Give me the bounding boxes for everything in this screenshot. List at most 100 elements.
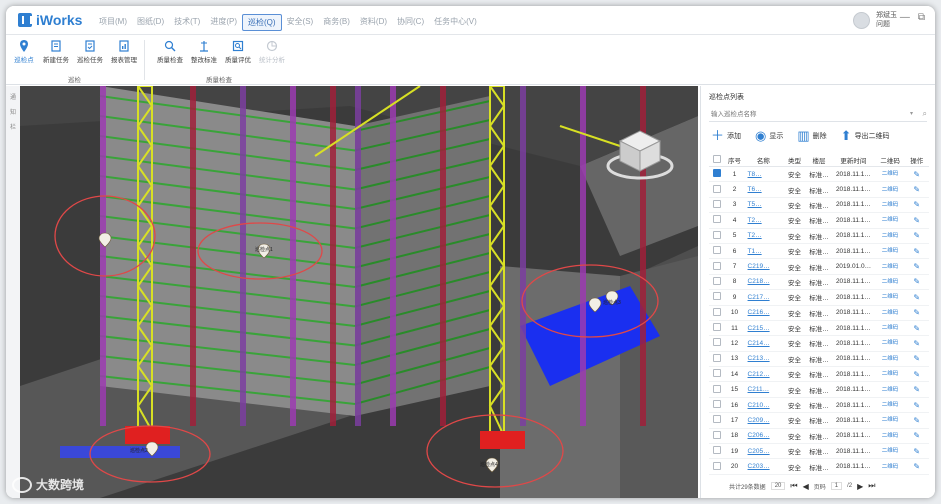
row-name-link[interactable]: C213…: [744, 351, 783, 368]
table-row[interactable]: 1 T8… 安全 标准… 2018.11.1… 二维码 ✎: [709, 166, 929, 183]
row-qrcode-link[interactable]: 二维码: [875, 197, 905, 214]
row-checkbox[interactable]: [709, 305, 725, 321]
row-name-link[interactable]: C218…: [744, 274, 783, 291]
table-row[interactable]: 15 C211… 安全 标准… 2018.11.1… 二维码 ✎: [709, 381, 929, 398]
row-qrcode-link[interactable]: 二维码: [875, 381, 905, 398]
table-row[interactable]: 3 T5… 安全 标准… 2018.11.1… 二维码 ✎: [709, 197, 929, 214]
row-qrcode-link[interactable]: 二维码: [875, 212, 905, 229]
tool-report-button[interactable]: 报表管理: [110, 40, 138, 64]
row-name-link[interactable]: C205…: [744, 443, 783, 460]
row-name-link[interactable]: T2…: [744, 228, 783, 244]
menu-item[interactable]: 资料(D): [355, 14, 392, 31]
row-name-link[interactable]: C217…: [744, 289, 783, 306]
row-qrcode-link[interactable]: 二维码: [875, 428, 905, 445]
model-viewport[interactable]: 巡检点1 巡检点2 巡检点3 巡检点4: [20, 86, 698, 498]
row-checkbox[interactable]: [709, 212, 725, 229]
table-row[interactable]: 2 T6… 安全 标准… 2018.11.1… 二维码 ✎: [709, 181, 929, 198]
edit-button[interactable]: ✎: [904, 381, 929, 398]
left-sidebar[interactable]: 通 知 栏: [6, 86, 21, 498]
row-name-link[interactable]: T2…: [744, 212, 783, 229]
tool-quality-rating-button[interactable]: 质量评优: [224, 40, 252, 64]
edit-button[interactable]: ✎: [904, 228, 929, 244]
row-checkbox[interactable]: [709, 181, 725, 198]
edit-button[interactable]: ✎: [904, 274, 929, 291]
search-box[interactable]: ▾ ⌕: [709, 108, 927, 122]
row-name-link[interactable]: C203…: [744, 458, 783, 475]
table-row[interactable]: 17 C209… 安全 标准… 2018.11.1… 二维码 ✎: [709, 412, 929, 429]
table-row[interactable]: 16 C210… 安全 标准… 2018.11.1… 二维码 ✎: [709, 397, 929, 414]
tool-quality-check-button[interactable]: 质量检查: [156, 40, 184, 64]
row-checkbox[interactable]: [709, 228, 725, 244]
row-qrcode-link[interactable]: 二维码: [875, 412, 905, 429]
page-input[interactable]: 1: [830, 482, 843, 490]
minimize-icon[interactable]: —: [900, 12, 910, 23]
table-row[interactable]: 19 C205… 安全 标准… 2018.11.1… 二维码 ✎: [709, 443, 929, 460]
building-model-scene[interactable]: 巡检点1 巡检点2 巡检点3 巡检点4: [20, 86, 698, 498]
row-checkbox[interactable]: [709, 397, 725, 414]
edit-button[interactable]: ✎: [904, 443, 929, 460]
row-checkbox[interactable]: [709, 366, 725, 383]
row-name-link[interactable]: C219…: [744, 258, 783, 275]
row-name-link[interactable]: T6…: [744, 181, 783, 198]
edit-button[interactable]: ✎: [904, 320, 929, 337]
edit-button[interactable]: ✎: [904, 212, 929, 229]
row-checkbox[interactable]: [709, 197, 725, 214]
edit-button[interactable]: ✎: [904, 305, 929, 321]
row-qrcode-link[interactable]: 二维码: [875, 243, 905, 260]
row-checkbox[interactable]: [709, 335, 725, 352]
row-checkbox[interactable]: [709, 243, 725, 260]
row-name-link[interactable]: T1…: [744, 243, 783, 260]
row-checkbox[interactable]: [709, 258, 725, 275]
row-checkbox[interactable]: [709, 428, 725, 445]
table-row[interactable]: 11 C215… 安全 标准… 2018.11.1… 二维码 ✎: [709, 320, 929, 337]
edit-button[interactable]: ✎: [904, 366, 929, 383]
row-checkbox[interactable]: [709, 351, 725, 368]
row-checkbox[interactable]: [709, 274, 725, 291]
row-checkbox[interactable]: [709, 320, 725, 337]
row-checkbox[interactable]: [709, 381, 725, 398]
table-row[interactable]: 10 C216… 安全 标准… 2018.11.1… 二维码 ✎: [709, 305, 929, 321]
search-input[interactable]: [709, 109, 893, 120]
row-name-link[interactable]: T5…: [744, 197, 783, 214]
row-name-link[interactable]: C216…: [744, 305, 783, 321]
row-qrcode-link[interactable]: 二维码: [875, 320, 905, 337]
row-qrcode-link[interactable]: 二维码: [875, 181, 905, 198]
edit-button[interactable]: ✎: [904, 166, 929, 183]
menu-item[interactable]: 巡检(Q): [242, 14, 282, 31]
table-row[interactable]: 4 T2… 安全 标准… 2018.11.1… 二维码 ✎: [709, 212, 929, 229]
edit-button[interactable]: ✎: [904, 412, 929, 429]
row-qrcode-link[interactable]: 二维码: [875, 335, 905, 352]
edit-button[interactable]: ✎: [904, 243, 929, 260]
row-qrcode-link[interactable]: 二维码: [875, 166, 905, 183]
menu-item[interactable]: 商务(B): [318, 14, 355, 31]
page-size-select[interactable]: 20: [770, 482, 786, 490]
edit-button[interactable]: ✎: [904, 197, 929, 214]
row-name-link[interactable]: C212…: [744, 366, 783, 383]
table-row[interactable]: 7 C219… 安全 标准… 2019.01.0… 二维码 ✎: [709, 258, 929, 275]
tool-new-task-button[interactable]: 新建任务: [42, 40, 70, 64]
chevron-down-icon[interactable]: ▾: [910, 110, 913, 117]
restore-icon[interactable]: ⧉: [918, 12, 925, 23]
edit-button[interactable]: ✎: [904, 289, 929, 306]
edit-button[interactable]: ✎: [904, 397, 929, 414]
edit-button[interactable]: ✎: [904, 428, 929, 445]
row-name-link[interactable]: T8…: [744, 166, 783, 183]
search-icon[interactable]: ⌕: [923, 109, 927, 119]
edit-button[interactable]: ✎: [904, 335, 929, 352]
last-page-icon[interactable]: ⏭: [868, 481, 875, 491]
row-name-link[interactable]: C206…: [744, 428, 783, 445]
table-row[interactable]: 13 C213… 安全 标准… 2018.11.1… 二维码 ✎: [709, 351, 929, 368]
row-qrcode-link[interactable]: 二维码: [875, 228, 905, 244]
row-qrcode-link[interactable]: 二维码: [875, 274, 905, 291]
table-row[interactable]: 9 C217… 安全 标准… 2018.11.1… 二维码 ✎: [709, 289, 929, 306]
menu-item[interactable]: 安全(S): [282, 14, 319, 31]
row-qrcode-link[interactable]: 二维码: [875, 258, 905, 275]
delete-button[interactable]: ▥ 删除: [797, 129, 826, 142]
edit-button[interactable]: ✎: [904, 181, 929, 198]
row-name-link[interactable]: C209…: [744, 412, 783, 429]
edit-button[interactable]: ✎: [904, 258, 929, 275]
menu-item[interactable]: 项目(M): [94, 14, 132, 31]
row-checkbox[interactable]: [709, 412, 725, 429]
table-row[interactable]: 8 C218… 安全 标准… 2018.11.1… 二维码 ✎: [709, 274, 929, 291]
avatar[interactable]: [853, 11, 870, 29]
